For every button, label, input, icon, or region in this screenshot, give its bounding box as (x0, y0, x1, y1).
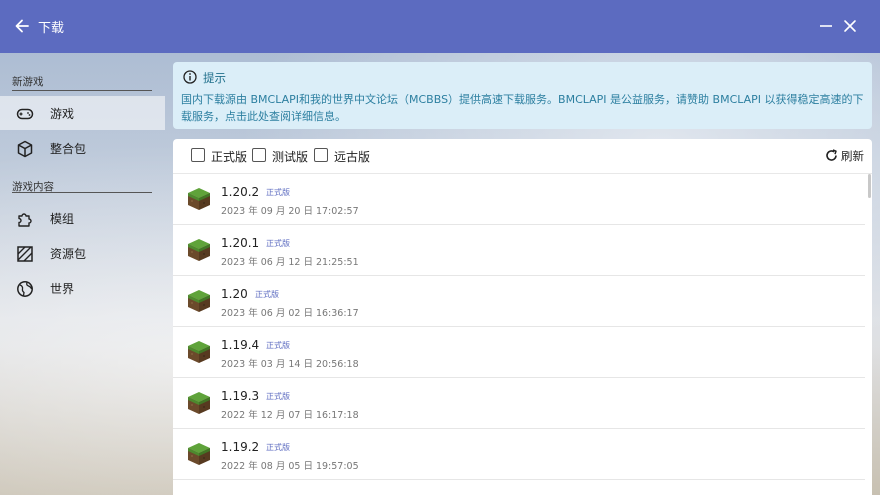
close-icon[interactable] (842, 17, 858, 35)
checkbox-box (191, 148, 205, 162)
refresh-label: 刷新 (841, 149, 864, 163)
version-list-panel: 正式版 测试版 远古版 刷新 1.20.2 正式版 2023 年 09 月 20… (173, 139, 872, 495)
back-arrow-icon[interactable] (14, 17, 30, 35)
gamepad-icon (16, 108, 34, 120)
title-bar: 下载 (0, 0, 880, 53)
filter-release-checkbox[interactable]: 正式版 (191, 148, 251, 164)
sidebar-item-label: 资源包 (50, 247, 87, 261)
version-release-date: 2023 年 03 月 14 日 20:56:18 (221, 359, 359, 370)
version-type-tag: 正式版 (266, 239, 290, 248)
grass-block-icon (188, 188, 210, 210)
version-name: 1.20 (221, 287, 248, 301)
grass-block-icon (188, 443, 210, 465)
version-type-tag: 正式版 (266, 443, 290, 452)
version-row[interactable]: 1.20.1 正式版 2023 年 06 月 12 日 21:25:51 (173, 225, 865, 276)
grass-block-icon (188, 392, 210, 414)
grass-block-icon (188, 239, 210, 261)
version-row[interactable]: 1.20.2 正式版 2023 年 09 月 20 日 17:02:57 (173, 174, 865, 225)
checkbox-label: 远古版 (334, 150, 371, 164)
sidebar: 新游戏 游戏 整合包 游戏内容 模组 资源包 世界 (0, 53, 166, 495)
tip-title: 提示 (203, 71, 226, 85)
sidebar-item-label: 世界 (50, 282, 75, 296)
sidebar-item-label: 模组 (50, 212, 75, 226)
tip-body: 国内下载源由 BMCLAPI和我的世界中文论坛（MCBBS）提供高速下载服务。B… (181, 93, 864, 123)
sidebar-item-label: 整合包 (50, 142, 87, 156)
checkbox-box (252, 148, 266, 162)
version-type-tag: 正式版 (266, 188, 290, 197)
section-new-game: 新游戏 (12, 76, 44, 88)
package-icon (17, 140, 33, 158)
section-divider (12, 192, 152, 193)
sidebar-item-label: 游戏 (50, 107, 75, 121)
scrollbar-thumb[interactable] (868, 174, 871, 198)
grass-block-icon (188, 341, 210, 363)
version-name: 1.19.4 (221, 338, 260, 352)
window-title: 下载 (38, 21, 65, 36)
version-row[interactable]: 1.19.4 正式版 2023 年 03 月 14 日 20:56:18 (173, 327, 865, 378)
version-type-tag: 正式版 (266, 392, 290, 401)
version-release-date: 2023 年 06 月 02 日 16:36:17 (221, 308, 359, 319)
sidebar-item-resourcepacks[interactable]: 资源包 (0, 236, 165, 270)
checkbox-label: 正式版 (211, 150, 248, 164)
version-release-date: 2022 年 12 月 07 日 16:17:18 (221, 410, 359, 421)
version-name: 1.20.1 (221, 236, 260, 250)
version-name: 1.20.2 (221, 185, 260, 199)
texture-icon (17, 246, 33, 262)
refresh-icon (826, 149, 837, 161)
version-release-date: 2023 年 06 月 12 日 21:25:51 (221, 257, 359, 268)
puzzle-icon (18, 213, 32, 227)
refresh-button[interactable]: 刷新 (825, 148, 867, 164)
version-type-tag: 正式版 (266, 341, 290, 350)
info-tip-card[interactable]: 提示 国内下载源由 BMCLAPI和我的世界中文论坛（MCBBS）提供高速下载服… (173, 62, 872, 129)
version-type-tag: 正式版 (255, 290, 279, 299)
version-row[interactable]: 1.20 正式版 2023 年 06 月 02 日 16:36:17 (173, 276, 865, 327)
filter-bar: 正式版 测试版 远古版 刷新 (173, 139, 872, 174)
version-release-date: 2023 年 09 月 20 日 17:02:57 (221, 206, 359, 217)
minimize-icon[interactable] (818, 17, 834, 35)
filter-snapshot-checkbox[interactable]: 测试版 (252, 148, 312, 164)
sidebar-item-mods[interactable]: 模组 (0, 201, 165, 235)
sidebar-item-game[interactable]: 游戏 (0, 96, 165, 130)
version-list: 1.20.2 正式版 2023 年 09 月 20 日 17:02:57 1.2… (173, 174, 865, 480)
info-icon (183, 70, 197, 84)
checkbox-label: 测试版 (272, 150, 309, 164)
version-release-date: 2022 年 08 月 05 日 19:57:05 (221, 461, 359, 472)
section-divider (12, 90, 152, 91)
globe-icon (17, 281, 33, 297)
version-row[interactable]: 1.19.3 正式版 2022 年 12 月 07 日 16:17:18 (173, 378, 865, 429)
sidebar-item-worlds[interactable]: 世界 (0, 271, 165, 305)
filter-old-checkbox[interactable]: 远古版 (314, 148, 374, 164)
version-name: 1.19.2 (221, 440, 260, 454)
sidebar-item-modpack[interactable]: 整合包 (0, 131, 165, 165)
checkbox-box (314, 148, 328, 162)
version-row[interactable]: 1.19.2 正式版 2022 年 08 月 05 日 19:57:05 (173, 429, 865, 480)
version-name: 1.19.3 (221, 389, 260, 403)
grass-block-icon (188, 290, 210, 312)
